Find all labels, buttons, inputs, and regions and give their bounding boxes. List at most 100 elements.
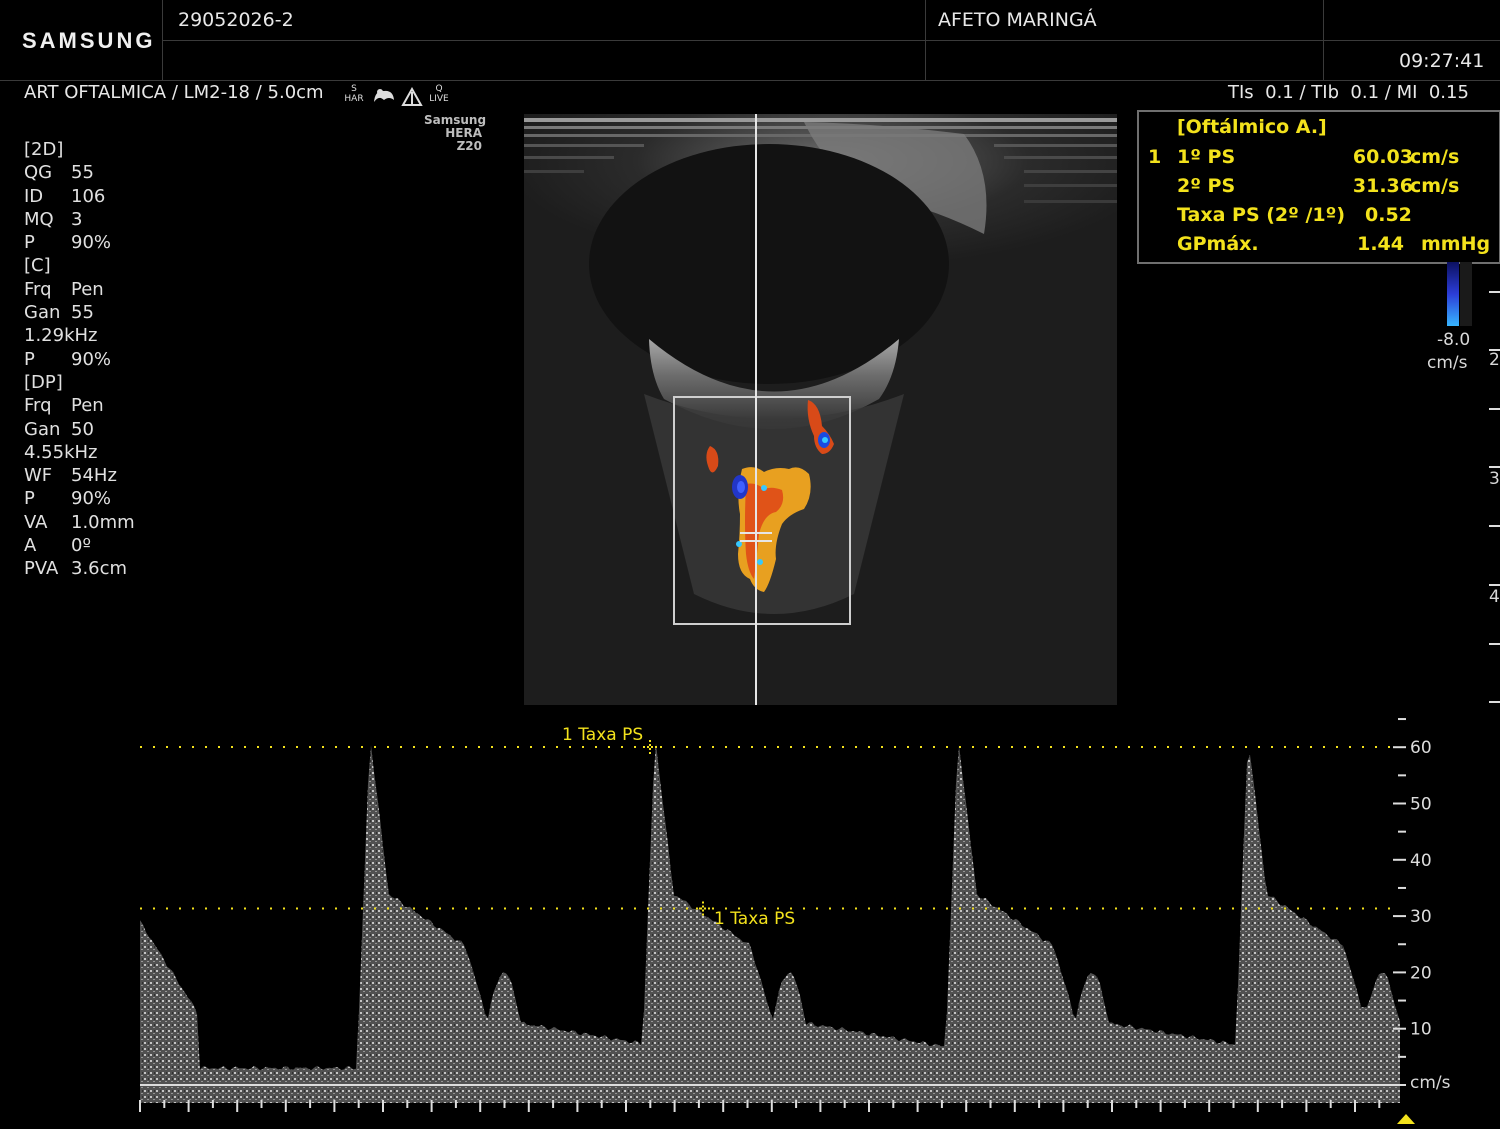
- param-row: QG 55: [24, 161, 135, 184]
- measurement-title: [Oftálmico A.]: [1177, 116, 1327, 138]
- marker-label-1: 1 Taxa PS: [562, 725, 644, 746]
- measurement-panel: [Oftálmico A.] 1 1º PS 60.03 cm/s 2º PS 31.3…: [1137, 110, 1500, 264]
- measurement-value: 60.03: [1352, 146, 1413, 168]
- param-key: VA: [24, 511, 48, 533]
- param-row: WF 54Hz: [24, 464, 135, 487]
- velocity-tick-label: 60: [1410, 738, 1432, 758]
- har-icon-top: S: [351, 84, 357, 94]
- velocity-unit: cm/s: [1410, 1073, 1451, 1093]
- param-key: QG: [24, 162, 53, 184]
- depth-label-3: 3: [1489, 469, 1500, 489]
- param-value: 1.0mm: [71, 511, 135, 533]
- param-key: PVA: [24, 558, 59, 580]
- triangle-icon: [401, 87, 423, 106]
- param-row: P 90%: [24, 487, 135, 510]
- param-row: ID 106: [24, 185, 135, 208]
- velocity-tick-label: 50: [1410, 795, 1432, 815]
- param-key: 4.55kHz: [24, 441, 98, 463]
- depth-scale: 2 3 4: [1485, 262, 1500, 712]
- param-key: Gan: [24, 418, 61, 440]
- param-row: VA 1.0mm: [24, 511, 135, 534]
- baseline-marker-icon: [1397, 1114, 1415, 1124]
- caliper-marker-1: [643, 740, 657, 755]
- measurement-label: GPmáx.: [1177, 233, 1259, 255]
- device-logo-line2: HERA Z20: [445, 126, 482, 153]
- qlive-icon: Q LIVE: [427, 84, 451, 104]
- header-divider-h2: [162, 40, 1500, 41]
- param-key: P: [24, 488, 35, 510]
- ultrasound-2d-image: [524, 114, 1117, 705]
- header-divider: [0, 80, 1500, 81]
- param-key: [2D]: [24, 139, 64, 160]
- marker-label-2: 1 Taxa PS: [714, 909, 796, 930]
- param-value: 54Hz: [71, 465, 117, 487]
- param-key: Frq: [24, 278, 52, 300]
- param-row: P 90%: [24, 231, 135, 254]
- velocity-tick-label: 20: [1410, 963, 1432, 983]
- velocity-tick-label: 30: [1410, 907, 1432, 927]
- param-value: 90%: [71, 348, 112, 370]
- depth-label-2: 2: [1489, 350, 1500, 370]
- measurement-value: 1.44: [1357, 233, 1404, 255]
- param-value: 55: [71, 162, 94, 184]
- clock-time: 09:27:41: [1399, 50, 1485, 72]
- param-key: P: [24, 232, 35, 254]
- qlive-icon-label: LIVE: [429, 94, 449, 104]
- param-value: 3.6cm: [71, 558, 128, 580]
- color-scale-bar-shade: [1460, 262, 1472, 326]
- param-value: Pen: [71, 278, 104, 300]
- param-row: Gan 50: [24, 418, 135, 441]
- param-key: A: [24, 535, 37, 557]
- param-row: 1.29kHz: [24, 324, 135, 347]
- param-key: P: [24, 348, 35, 370]
- mode-icons: S HAR Q LIVE: [343, 84, 453, 110]
- param-key: MQ: [24, 208, 54, 230]
- param-key: 1.29kHz: [24, 325, 98, 347]
- qlive-icon-top: Q: [435, 84, 443, 94]
- param-key: Frq: [24, 395, 52, 417]
- color-scale-unit: cm/s: [1427, 353, 1468, 373]
- param-key: [DP]: [24, 371, 63, 393]
- param-row: A 0º: [24, 534, 135, 557]
- param-row: Frq Pen: [24, 394, 135, 417]
- param-value: 3: [71, 208, 83, 230]
- param-key: [C]: [24, 255, 51, 277]
- imaging-parameters: [2D] QG 55 ID 106 MQ 3 P 90% [C] Frq Pen Gan 55 1.29kH…: [24, 138, 135, 581]
- measurement-label: 1º PS: [1177, 146, 1236, 168]
- color-scale-min: -8.0: [1437, 330, 1471, 350]
- ultrasound-2d-svg: [524, 114, 1117, 705]
- measurement-value: 31.36: [1352, 175, 1413, 197]
- patient-id: 29052026-2: [178, 9, 294, 31]
- param-key: WF: [24, 465, 53, 487]
- brand-logo: SAMSUNG: [22, 28, 156, 53]
- measurement-label: Taxa PS (2º /1º): [1177, 204, 1346, 226]
- measurement-unit: cm/s: [1410, 175, 1460, 197]
- param-row: Gan 55: [24, 301, 135, 324]
- measurement-value: 0.52: [1365, 204, 1412, 226]
- organ-icon: [374, 89, 394, 102]
- param-key: Gan: [24, 302, 61, 324]
- param-row: [C]: [24, 254, 135, 277]
- param-row: PVA 3.6cm: [24, 557, 135, 580]
- param-value: 0º: [71, 535, 91, 557]
- preset-label: ART OFTALMICA / LM2-18 / 5.0cm: [24, 82, 324, 103]
- har-icon: S HAR: [343, 84, 365, 104]
- param-value: 50: [71, 418, 94, 440]
- param-row: Frq Pen: [24, 278, 135, 301]
- measurement-unit: cm/s: [1410, 146, 1460, 168]
- param-value: 90%: [71, 488, 112, 510]
- institution-name: AFETO MARINGÁ: [938, 9, 1097, 31]
- param-row: MQ 3: [24, 208, 135, 231]
- param-value: Pen: [71, 395, 104, 417]
- velocity-tick-label: 40: [1410, 851, 1432, 871]
- param-value: 106: [71, 185, 106, 207]
- depth-label-4: 4: [1489, 587, 1500, 607]
- velocity-tick-label: 10: [1410, 1020, 1432, 1040]
- safety-indices: TIs 0.1 / TIb 0.1 / MI 0.15: [1228, 82, 1469, 103]
- param-row: P 90%: [24, 348, 135, 371]
- device-logo: Samsung HERA Z20: [424, 114, 486, 153]
- param-value: 55: [71, 302, 94, 324]
- param-value: 90%: [71, 232, 112, 254]
- spectral-doppler: 60 50 40 30 20 10 1 Taxa PS 1 Taxa PS cm/s: [0, 712, 1500, 1125]
- measurement-index: 1: [1148, 146, 1162, 168]
